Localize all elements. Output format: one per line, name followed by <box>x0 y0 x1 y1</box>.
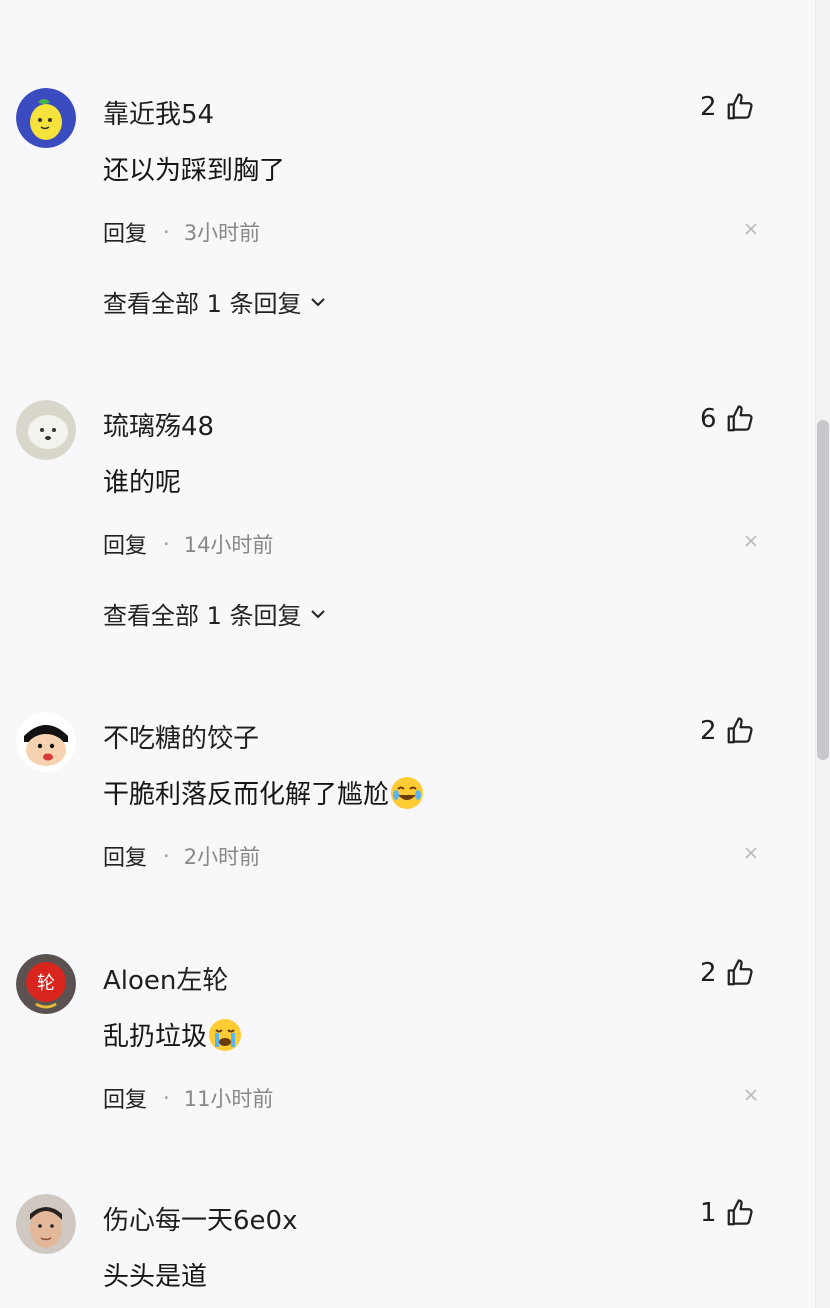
white-dog-avatar-icon <box>16 400 76 460</box>
comment-text-content: 干脆利落反而化解了尴尬 <box>103 780 390 810</box>
thumbs-up-icon <box>727 717 753 744</box>
svg-text:轮: 轮 <box>37 973 55 994</box>
comment-text: 谁的呢 <box>103 468 182 498</box>
reply-button[interactable]: 回复 <box>103 840 147 872</box>
like-button[interactable]: 2 <box>700 716 755 746</box>
username[interactable]: 伤心每一天6e0x <box>103 1200 297 1237</box>
lemon-cartoon-avatar-icon <box>16 88 76 148</box>
reply-button[interactable]: 回复 <box>103 528 147 560</box>
like-button[interactable]: 2 <box>700 92 755 122</box>
like-count: 1 <box>700 1198 717 1228</box>
close-icon <box>745 847 757 859</box>
username[interactable]: 琉璃殇48 <box>103 406 214 443</box>
timestamp: 14小时前 <box>183 533 274 557</box>
comment-item: 靠近我54 还以为踩到胸了 2 回复 · 3小时前 查看全部 1 条回复 <box>0 88 800 388</box>
cartoon-boy-avatar-icon <box>16 712 76 772</box>
like-count: 6 <box>700 404 717 434</box>
red-seal-avatar-icon: 轮 <box>16 954 76 1014</box>
comment-item: 伤心每一天6e0x 头头是道 1 <box>0 1194 800 1308</box>
dismiss-button[interactable] <box>742 220 760 238</box>
thumbs-up-icon <box>727 93 753 120</box>
like-count: 2 <box>700 716 717 746</box>
user-avatar[interactable] <box>16 88 76 148</box>
comment-item: 琉璃殇48 谁的呢 6 回复 · 14小时前 查看全部 1 条回复 <box>0 400 800 700</box>
thumbs-up-icon <box>727 405 753 432</box>
like-count: 2 <box>700 92 717 122</box>
comment-meta: 回复 · 2小时前 <box>103 840 260 872</box>
close-icon <box>745 223 757 235</box>
laughing-tears-emoji-icon <box>389 775 425 811</box>
chevron-down-icon <box>310 609 325 618</box>
scrollbar-thumb[interactable] <box>817 420 829 760</box>
user-avatar[interactable]: 轮 <box>16 954 76 1014</box>
like-button[interactable]: 2 <box>700 958 755 988</box>
meta-separator: · <box>163 1086 170 1110</box>
reply-button[interactable]: 回复 <box>103 1082 147 1114</box>
comment-text: 还以为踩到胸了 <box>103 156 286 186</box>
close-icon <box>745 1089 757 1101</box>
view-replies-label: 查看全部 1 条回复 <box>103 290 302 318</box>
dismiss-button[interactable] <box>742 844 760 862</box>
meta-separator: · <box>163 844 170 868</box>
thumbs-up-icon <box>727 1199 753 1226</box>
user-avatar[interactable] <box>16 712 76 772</box>
crying-emoji-icon <box>207 1017 243 1053</box>
comment-meta: 回复 · 3小时前 <box>103 216 260 248</box>
meta-separator: · <box>163 532 170 556</box>
like-button[interactable]: 6 <box>700 404 755 434</box>
reply-button[interactable]: 回复 <box>103 216 147 248</box>
comment-meta: 回复 · 14小时前 <box>103 528 273 560</box>
comment-text: 干脆利落反而化解了尴尬 <box>103 774 425 811</box>
view-replies-button[interactable]: 查看全部 1 条回复 <box>103 596 328 631</box>
meta-separator: · <box>163 220 170 244</box>
view-replies-label: 查看全部 1 条回复 <box>103 602 302 630</box>
comment-meta: 回复 · 11小时前 <box>103 1082 273 1114</box>
thumbs-up-icon <box>727 959 753 986</box>
user-avatar[interactable] <box>16 400 76 460</box>
like-count: 2 <box>700 958 717 988</box>
scrollbar-track[interactable] <box>816 0 830 1308</box>
comment-text: 乱扔垃圾 <box>103 1016 243 1053</box>
comment-text: 头头是道 <box>103 1262 208 1292</box>
user-avatar[interactable] <box>16 1194 76 1254</box>
dismiss-button[interactable] <box>742 1086 760 1104</box>
timestamp: 3小时前 <box>183 221 261 245</box>
dismiss-button[interactable] <box>742 532 760 550</box>
username[interactable]: 不吃糖的饺子 <box>103 718 259 755</box>
like-button[interactable]: 1 <box>700 1198 755 1228</box>
view-replies-button[interactable]: 查看全部 1 条回复 <box>103 284 328 319</box>
comment-text-content: 乱扔垃圾 <box>103 1022 208 1052</box>
close-icon <box>745 535 757 547</box>
timestamp: 11小时前 <box>183 1087 274 1111</box>
username[interactable]: 靠近我54 <box>103 94 214 131</box>
chevron-down-icon <box>310 297 325 306</box>
timestamp: 2小时前 <box>183 845 261 869</box>
username[interactable]: Aloen左轮 <box>103 960 228 997</box>
man-photo-avatar-icon <box>16 1194 76 1254</box>
